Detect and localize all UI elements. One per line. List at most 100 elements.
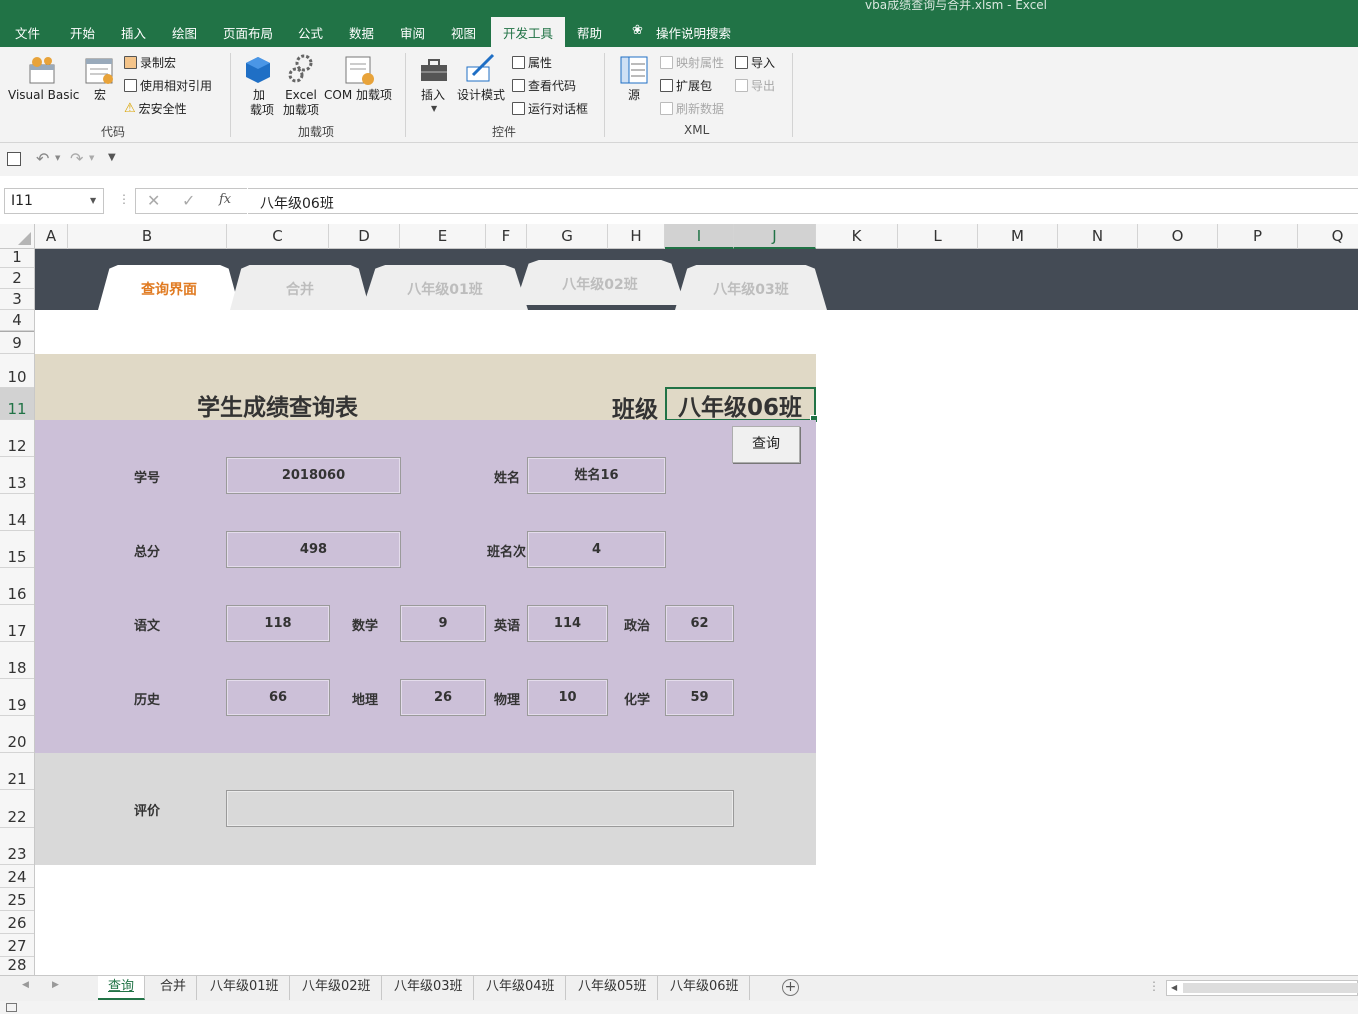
menu-home[interactable]: 开始 [70, 23, 95, 41]
scroll-right-icon[interactable]: ▶ [52, 980, 59, 990]
sheet-tab-query[interactable]: 查询 [98, 976, 146, 1000]
design-mode-button[interactable]: 设计模式 [457, 88, 505, 103]
row-header[interactable]: 10 [0, 354, 34, 388]
nav-tab-class01[interactable]: 八年级01班 [362, 265, 528, 310]
undo-icon[interactable]: ↶ [36, 149, 49, 168]
chevron-down-icon[interactable]: ▼ [89, 154, 94, 162]
macros-button[interactable]: 宏 [94, 88, 106, 103]
nav-tab-class02[interactable]: 八年级02班 [515, 260, 685, 305]
row-header[interactable]: 3 [0, 289, 34, 310]
column-header[interactable]: F [486, 224, 527, 249]
chevron-down-icon[interactable]: ▼ [55, 154, 60, 162]
history-field[interactable]: 66 [226, 679, 330, 716]
math-field[interactable]: 9 [400, 605, 486, 642]
customize-qat-icon[interactable]: ▼ [108, 152, 116, 163]
formula-input[interactable]: 八年级06班 [248, 188, 1358, 214]
column-header[interactable]: P [1218, 224, 1298, 249]
column-header[interactable]: L [898, 224, 978, 249]
column-header[interactable]: K [816, 224, 898, 249]
addins-button[interactable]: 加载项 [250, 88, 274, 118]
visual-basic-button[interactable]: Visual Basic [8, 88, 79, 103]
row-header[interactable]: 28 [0, 956, 34, 975]
row-header[interactable]: 27 [0, 934, 34, 957]
menu-draw[interactable]: 绘图 [172, 23, 197, 41]
column-header-selected[interactable]: J [734, 224, 816, 249]
menu-file[interactable]: 文件 [15, 23, 40, 41]
column-header[interactable]: M [978, 224, 1058, 249]
comment-field[interactable] [226, 790, 734, 827]
chemistry-field[interactable]: 59 [665, 679, 734, 716]
total-field[interactable]: 498 [226, 531, 401, 568]
menu-developer[interactable]: 开发工具 [491, 17, 566, 47]
xml-source-button[interactable]: 源 [628, 88, 640, 103]
macro-security-button[interactable]: ⚠ 宏安全性 [124, 100, 187, 117]
scroll-left-icon[interactable]: ◀ [1171, 983, 1177, 992]
com-addins-button[interactable]: COM 加载项 [324, 88, 392, 103]
query-button[interactable]: 查询 [732, 426, 800, 463]
column-header[interactable]: H [608, 224, 665, 249]
column-header[interactable]: C [227, 224, 329, 249]
sheet-tab-class04[interactable]: 八年级04班 [476, 976, 566, 1000]
menu-review[interactable]: 审阅 [400, 23, 425, 41]
properties-button[interactable]: 属性 [512, 54, 552, 71]
menu-page-layout[interactable]: 页面布局 [223, 23, 273, 41]
row-header[interactable]: 18 [0, 642, 34, 679]
row-header[interactable]: 22 [0, 790, 34, 828]
name-box[interactable]: I11 [4, 188, 104, 214]
row-header[interactable]: 23 [0, 828, 34, 865]
nav-tab-query[interactable]: 查询界面 [98, 265, 240, 310]
row-header[interactable]: 24 [0, 865, 34, 888]
chevron-down-icon[interactable]: ▼ [90, 196, 96, 205]
row-header[interactable]: 20 [0, 716, 34, 753]
run-dialog-button[interactable]: 运行对话框 [512, 100, 588, 117]
row-header[interactable]: 14 [0, 494, 34, 531]
add-sheet-icon[interactable]: + [782, 979, 799, 996]
export-button[interactable]: 导出 [735, 77, 775, 94]
menu-insert[interactable]: 插入 [121, 23, 146, 41]
column-header[interactable]: D [329, 224, 400, 249]
row-header[interactable]: 26 [0, 911, 34, 934]
row-header[interactable]: 25 [0, 888, 34, 911]
english-field[interactable]: 114 [527, 605, 608, 642]
nav-tab-class03[interactable]: 八年级03班 [675, 265, 827, 310]
row-header[interactable]: 21 [0, 753, 34, 790]
save-icon[interactable] [7, 152, 21, 166]
column-header[interactable]: Q [1298, 224, 1358, 249]
insert-control-button[interactable]: 插入 [421, 88, 445, 103]
relative-reference-button[interactable]: 使用相对引用 [124, 77, 212, 94]
menu-view[interactable]: 视图 [451, 23, 476, 41]
column-header[interactable]: G [527, 224, 608, 249]
row-header-selected[interactable]: 11 [0, 388, 34, 420]
geography-field[interactable]: 26 [400, 679, 486, 716]
map-properties-button[interactable]: 映射属性 [660, 54, 724, 71]
nav-tab-merge[interactable]: 合并 [230, 265, 370, 310]
student-id-field[interactable]: 2018060 [226, 457, 401, 494]
row-header[interactable]: 16 [0, 568, 34, 605]
redo-icon[interactable]: ↷ [70, 149, 83, 168]
sheet-tab-merge[interactable]: 合并 [150, 976, 198, 1000]
insert-function-icon[interactable]: fx [219, 192, 231, 207]
row-header[interactable]: 12 [0, 420, 34, 457]
row-header[interactable]: 1 [0, 248, 34, 268]
sheet-tab-class05[interactable]: 八年级05班 [568, 976, 658, 1000]
row-header[interactable]: 9 [0, 331, 34, 354]
select-all-corner[interactable] [0, 224, 35, 249]
excel-addins-button[interactable]: Excel 加载项 [282, 88, 320, 118]
chinese-field[interactable]: 118 [226, 605, 330, 642]
selected-cell-cursor[interactable] [665, 387, 818, 423]
politics-field[interactable]: 62 [665, 605, 734, 642]
horizontal-scrollbar[interactable]: ◀ [1166, 980, 1358, 996]
sheet-tab-class01[interactable]: 八年级01班 [200, 976, 290, 1000]
row-header[interactable]: 19 [0, 679, 34, 716]
row-header[interactable]: 2 [0, 268, 34, 289]
menu-formulas[interactable]: 公式 [298, 23, 323, 41]
menu-help[interactable]: 帮助 [577, 23, 602, 41]
cancel-icon[interactable]: ✕ [147, 191, 160, 210]
column-header[interactable]: A [35, 224, 68, 249]
tell-me-search[interactable]: 操作说明搜索 [656, 23, 731, 41]
sheet-tab-class03[interactable]: 八年级03班 [384, 976, 474, 1000]
enter-icon[interactable]: ✓ [182, 191, 195, 210]
physics-field[interactable]: 10 [527, 679, 608, 716]
scrollbar-thumb[interactable] [1183, 983, 1358, 993]
row-header[interactable]: 13 [0, 457, 34, 494]
